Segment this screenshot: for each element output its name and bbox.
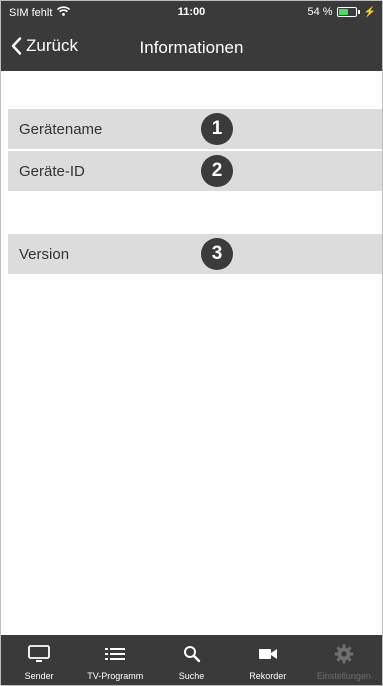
page-title: Informationen xyxy=(139,38,244,57)
version-label: Version xyxy=(19,245,70,263)
battery-icon xyxy=(336,7,357,17)
battery-tip xyxy=(357,10,360,14)
tab-sender[interactable]: Sender xyxy=(1,635,77,685)
callout-badge-1: 1 xyxy=(201,113,233,145)
tab-rekorder[interactable]: Rekorder xyxy=(230,635,306,685)
tab-label: Suche xyxy=(178,671,205,681)
tab-label: Rekorder xyxy=(249,671,287,681)
tab-label: Sender xyxy=(24,671,54,681)
device-name-row[interactable]: Gerätename 1 xyxy=(8,109,382,149)
navigation-bar: Zurück Informationen xyxy=(1,23,382,71)
device-name-label: Gerätename xyxy=(19,120,103,138)
status-bar: SIM fehlt 11:00 54 % ⚡ xyxy=(1,1,382,23)
battery-status: 54 % ⚡ xyxy=(307,6,376,18)
info-list: Gerätename 1 Geräte-ID 2 Version 3 xyxy=(1,71,382,635)
callout-badge-3: 3 xyxy=(201,238,233,270)
app-screen: SIM fehlt 11:00 54 % ⚡ Zurück Informatio… xyxy=(0,0,383,686)
device-id-row[interactable]: Geräte-ID 2 xyxy=(8,151,382,191)
tab-label: TV-Programm xyxy=(87,671,144,681)
header: SIM fehlt 11:00 54 % ⚡ Zurück Informatio… xyxy=(1,1,382,71)
tv-icon xyxy=(28,644,50,664)
tab-suche[interactable]: Suche xyxy=(153,635,229,685)
bolt-icon: ⚡ xyxy=(363,6,376,18)
gear-icon xyxy=(334,644,354,664)
tab-bar: Sender TV-Programm Suche Rekorder Einste… xyxy=(1,635,382,685)
version-row[interactable]: Version 3 xyxy=(8,234,382,274)
callout-badge-2: 2 xyxy=(201,155,233,187)
video-camera-icon xyxy=(258,644,278,664)
battery-percentage: 54 % xyxy=(307,6,333,18)
list-icon xyxy=(105,644,126,664)
tab-einstellungen[interactable]: Einstellungen xyxy=(306,635,382,685)
search-icon xyxy=(183,644,201,664)
device-id-label: Geräte-ID xyxy=(19,162,85,180)
battery-level-fill xyxy=(338,9,349,15)
tab-label: Einstellungen xyxy=(316,671,371,681)
tab-tv-programm[interactable]: TV-Programm xyxy=(77,635,153,685)
